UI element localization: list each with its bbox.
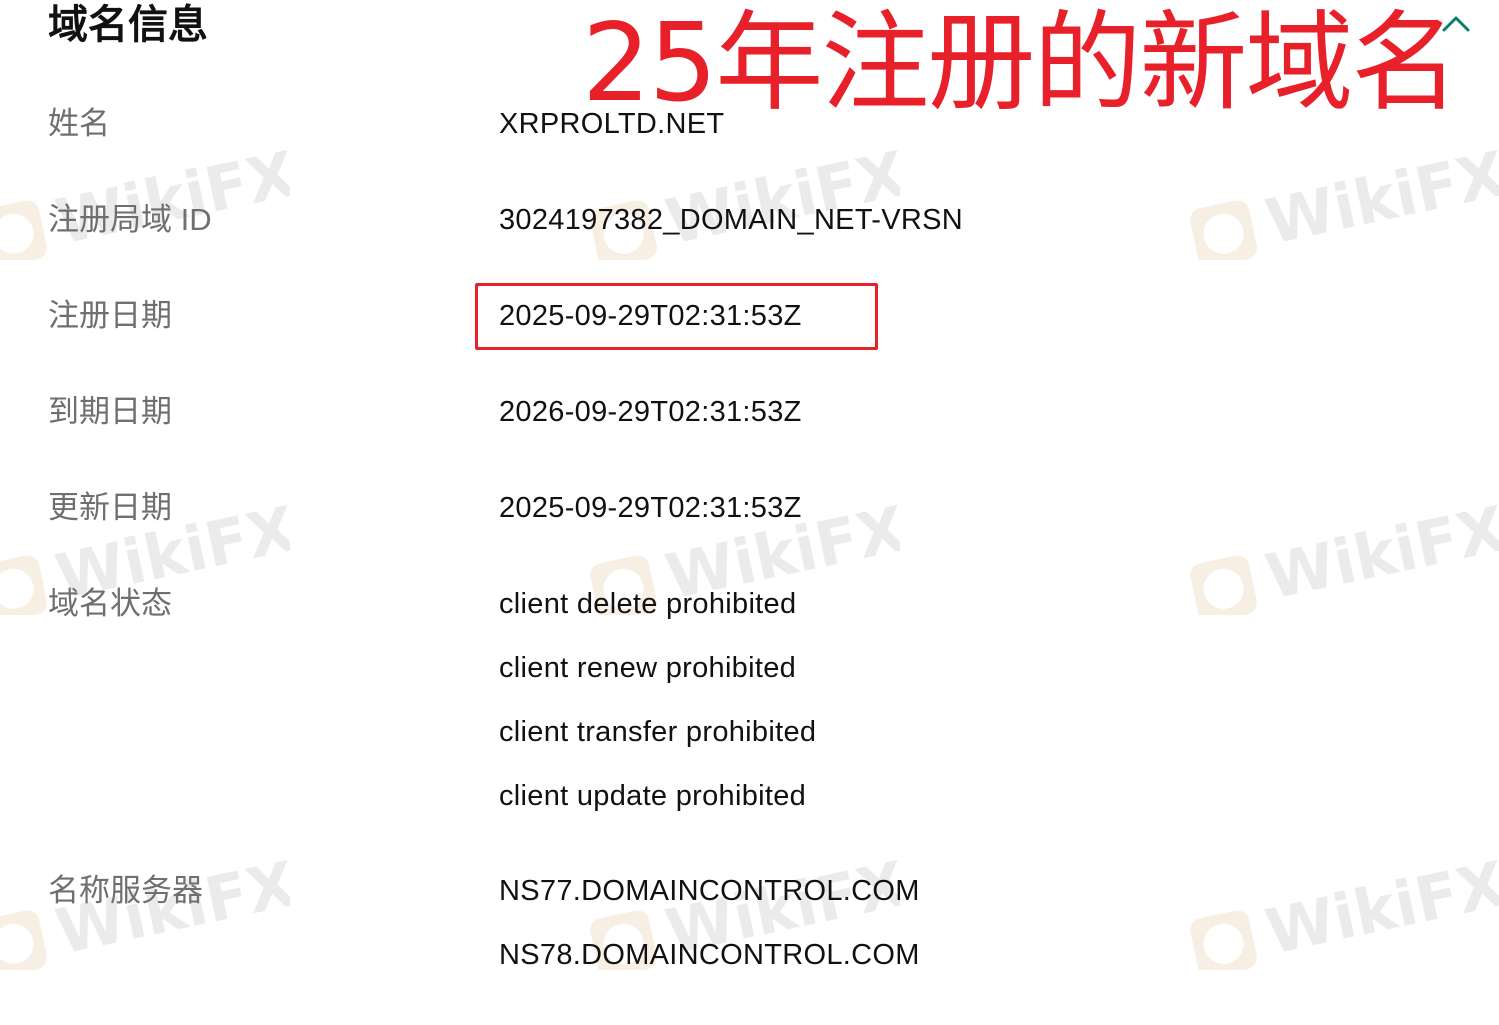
field-label-expiration-date: 到期日期: [48, 394, 172, 429]
domain-status-item: client delete prohibited: [499, 588, 797, 620]
name-server-item: NS77.DOMAINCONTROL.COM: [499, 875, 920, 907]
field-value-registration-date: 2025-09-29T02:31:53Z: [499, 300, 802, 332]
domain-status-item: client transfer prohibited: [499, 716, 817, 748]
watermark: WikiFX: [1170, 137, 1499, 268]
field-label-registration-date: 注册日期: [48, 298, 172, 333]
svg-text:WikiFX: WikiFX: [1260, 860, 1499, 969]
svg-text:WikiFX: WikiFX: [1260, 150, 1499, 259]
domain-status-item: client update prohibited: [499, 780, 807, 812]
field-label-name: 姓名: [48, 106, 110, 141]
field-value-name: XRPROLTD.NET: [499, 108, 725, 140]
field-label-updated-date: 更新日期: [48, 490, 172, 525]
section-title: 域名信息: [48, 3, 208, 47]
domain-info-page: WikiFX WikiFX WikiFX WikiFX WikiFX WikiF…: [0, 0, 1499, 1025]
watermark: WikiFX: [1170, 492, 1499, 623]
field-label-name-servers: 名称服务器: [48, 873, 203, 908]
field-value-expiration-date: 2026-09-29T02:31:53Z: [499, 396, 802, 428]
field-value-updated-date: 2025-09-29T02:31:53Z: [499, 492, 802, 524]
field-value-registry-id: 3024197382_DOMAIN_NET-VRSN: [499, 204, 963, 236]
domain-status-item: client renew prohibited: [499, 652, 797, 684]
watermark: WikiFX: [1170, 847, 1499, 978]
name-server-item: NS78.DOMAINCONTROL.COM: [499, 939, 920, 971]
svg-text:WikiFX: WikiFX: [1260, 505, 1499, 614]
field-label-domain-status: 域名状态: [48, 586, 172, 621]
field-label-registry-id: 注册局域 ID: [48, 202, 212, 237]
